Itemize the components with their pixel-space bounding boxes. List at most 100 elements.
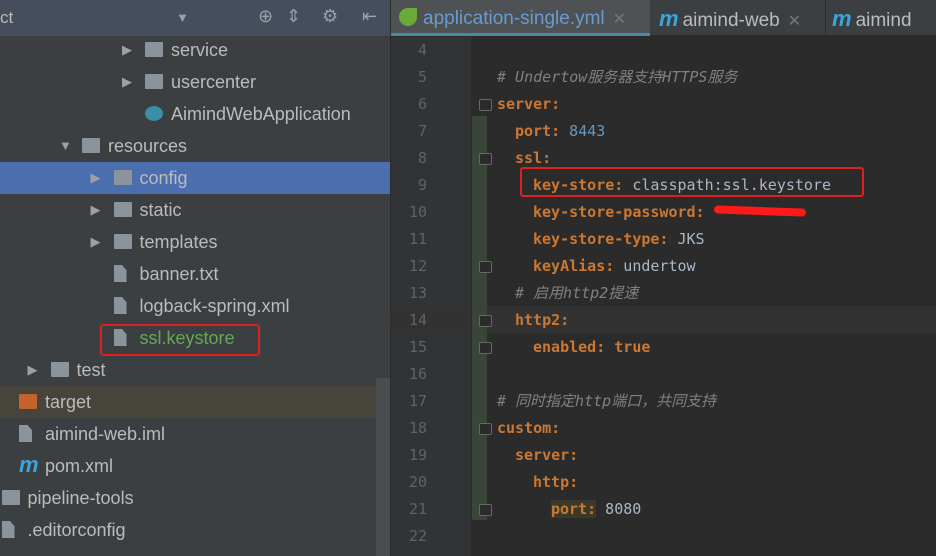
fold-marker-icon[interactable] (479, 315, 492, 327)
code-line[interactable]: custom: (497, 415, 560, 442)
code-token: 8443 (560, 122, 606, 140)
code-line[interactable]: port: 8443 (515, 118, 605, 145)
line-number: 11 (408, 230, 427, 248)
tree-item[interactable]: target (0, 386, 376, 418)
config-file-icon (1, 521, 15, 538)
fold-marker-icon[interactable] (479, 504, 492, 516)
tree-item-label: target (45, 392, 92, 412)
code-line[interactable]: key-store-type: JKS (533, 226, 705, 253)
tree-item[interactable]: aimind-web.iml (0, 418, 390, 450)
code-line[interactable]: port: 8080 (551, 496, 641, 523)
code-line[interactable]: keyAlias: undertow (533, 253, 696, 280)
gear-icon[interactable]: ⚙ (322, 6, 338, 27)
line-number: 19 (408, 446, 427, 464)
code-token: port: (515, 122, 561, 140)
expand-arrow-icon[interactable]: ▼ (59, 130, 72, 162)
dropdown-arrow-icon[interactable]: ▼ (176, 10, 189, 25)
tree-item[interactable]: logback-spring.xml (0, 290, 390, 322)
code-line[interactable]: http2: (515, 307, 569, 334)
tree-item-label: usercenter (171, 72, 257, 92)
fold-marker-icon[interactable] (479, 261, 492, 273)
tree-item[interactable]: ▶ test (0, 354, 390, 386)
text-file-icon (113, 265, 127, 282)
redaction-scribble (713, 205, 807, 217)
tree-item[interactable]: ▶ static (0, 194, 390, 226)
tab-label: aimind (855, 10, 912, 31)
tree-item-label: static (139, 200, 182, 220)
tree-item[interactable]: ▶ templates (0, 226, 390, 258)
line-number: 15 (408, 338, 427, 356)
expand-arrow-icon[interactable]: ▶ (122, 66, 132, 98)
code-token: true (605, 338, 651, 356)
xml-file-icon (113, 297, 127, 314)
fold-marker-icon[interactable] (479, 99, 492, 111)
line-number: 5 (417, 68, 427, 86)
code-token: keyAlias: (533, 257, 615, 275)
tree-item[interactable]: pipeline-tools (0, 482, 390, 514)
tree-item-label: .editorconfig (27, 520, 126, 540)
maven-icon: m (659, 6, 679, 31)
tree-item[interactable]: m pom.xml (0, 450, 390, 482)
locate-icon[interactable]: ⊕ (258, 6, 273, 27)
tree-item[interactable]: AimindWebApplication (0, 98, 390, 130)
folder-icon (113, 170, 132, 185)
tree-item[interactable]: ▶ usercenter (0, 66, 390, 98)
tree-item[interactable]: ▼ resources (0, 130, 390, 162)
tab-label: application-single.yml (423, 8, 605, 29)
code-token: server: (497, 95, 561, 113)
close-icon[interactable]: ✕ (613, 11, 626, 28)
expand-arrow-icon[interactable]: ▶ (122, 34, 132, 66)
code-line[interactable]: http: (533, 469, 578, 496)
expand-arrow-icon[interactable]: ▶ (91, 226, 101, 258)
line-number: 9 (417, 176, 427, 194)
code-line[interactable]: key-store-password: (533, 199, 705, 226)
code-token: key-store-password: (533, 203, 705, 221)
code-line[interactable]: # 同时指定http端口，共同支持 (497, 388, 716, 415)
tab-aimind[interactable]: m aimind (825, 0, 936, 36)
line-number: 8 (417, 149, 427, 167)
collapse-all-icon[interactable]: ⇕ (286, 6, 301, 27)
code-token: http2: (515, 311, 570, 329)
expand-arrow-icon[interactable]: ▶ (91, 162, 101, 194)
line-number: 14 (408, 311, 427, 329)
folder-icon (145, 42, 163, 57)
tree-item[interactable]: .editorconfig (0, 514, 390, 546)
expand-arrow-icon[interactable]: ▶ (91, 194, 101, 226)
tree-item-label: AimindWebApplication (171, 104, 351, 124)
tree-item-label: test (76, 360, 106, 380)
tree-item[interactable]: ▶ service (0, 34, 390, 66)
hide-panel-icon[interactable]: ⇤ (362, 6, 377, 27)
project-panel: ct ▼ ⊕ ⇕ ⚙ ⇤ ▶ service ▶ usercenter AimindWe… (0, 0, 390, 556)
code-token: ssl: (515, 149, 552, 167)
highlight-box (520, 167, 864, 197)
code-line[interactable]: server: (515, 442, 578, 469)
code-line[interactable]: # Undertow服务器支持HTTPS服务 (497, 64, 737, 91)
code-token: server: (515, 446, 579, 464)
code-token: custom: (497, 419, 561, 437)
folder-icon (113, 234, 132, 249)
tree-item[interactable]: banner.txt (0, 258, 390, 290)
code-line[interactable]: server: (497, 91, 560, 118)
line-number: 10 (408, 203, 427, 221)
tree-item-label: pom.xml (45, 456, 114, 476)
fold-marker-icon[interactable] (479, 342, 492, 354)
line-number: 16 (408, 365, 427, 383)
line-number: 17 (408, 392, 427, 410)
fold-marker-icon[interactable] (479, 153, 492, 165)
tab-application-single-yml[interactable]: application-single.yml ✕ (391, 0, 650, 36)
close-icon[interactable]: ✕ (788, 13, 801, 30)
scrollbar[interactable] (376, 378, 390, 556)
expand-arrow-icon[interactable]: ▶ (28, 354, 38, 386)
code-line[interactable]: # 启用http2提速 (515, 280, 638, 307)
tab-aimind-web[interactable]: m aimind-web ✕ (653, 0, 823, 36)
project-view-selector[interactable]: ct (0, 8, 13, 28)
tree-item[interactable]: ▶ config (0, 162, 390, 194)
fold-marker-icon[interactable] (479, 423, 492, 435)
excluded-folder-icon (19, 394, 37, 409)
tree-item-label: banner.txt (139, 264, 219, 284)
line-number: 21 (408, 500, 427, 518)
line-number: 6 (417, 95, 427, 113)
iml-file-icon (19, 425, 32, 442)
code-line[interactable]: enabled: true (533, 334, 650, 361)
tree-item-label: resources (108, 136, 188, 156)
